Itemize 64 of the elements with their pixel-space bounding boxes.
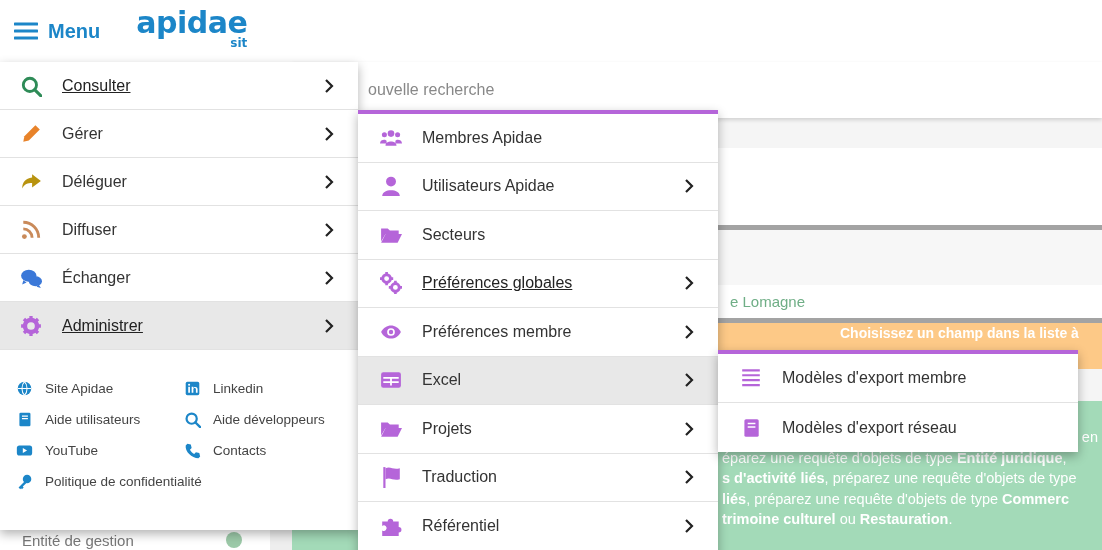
submenu-item-label: Référentiel — [422, 516, 501, 535]
submenu-item[interactable]: Référentiel — [358, 502, 718, 550]
submenu-item[interactable]: Utilisateurs Apidae — [358, 162, 718, 211]
info-text: trimoine culturel ou Restauration. — [722, 510, 954, 529]
submenu-item-label: Membres Apidae — [422, 128, 544, 147]
book-icon — [16, 411, 33, 428]
globe-icon — [16, 380, 33, 397]
chevron-icon — [324, 173, 334, 190]
menu-item[interactable]: Gérer — [0, 110, 358, 158]
list-icon — [740, 367, 762, 389]
submenu-item[interactable]: Préférences globales — [358, 259, 718, 308]
menu-icon — [14, 21, 38, 41]
menu-item-label: Déléguer — [62, 172, 128, 191]
submenu-item-label: Secteurs — [422, 225, 487, 244]
menu-item-label: Consulter — [62, 76, 132, 95]
submenu-item-label: Préférences membre — [422, 322, 573, 341]
linkedin-icon — [184, 380, 201, 397]
phone-icon — [184, 442, 201, 459]
info-text: en — [1081, 428, 1098, 447]
submenu-item-label: Projets — [422, 419, 473, 438]
key-icon — [16, 473, 33, 490]
submenu-item-label: Modèles d'export membre — [782, 369, 968, 387]
menu-item[interactable]: Diffuser — [0, 206, 358, 254]
status-dot — [226, 532, 242, 548]
chevron-icon — [324, 317, 334, 334]
footer-link[interactable]: Site Apidae — [16, 380, 184, 397]
submenu-item[interactable]: Préférences membre — [358, 308, 718, 357]
submenu-item[interactable]: Membres Apidae — [358, 114, 718, 163]
footer-link[interactable]: Aide utilisateurs — [16, 411, 184, 428]
info-text: s d'activité liés, préparez une requête d'objets de type — [722, 469, 1078, 488]
chevron-icon — [324, 125, 334, 142]
footer-link[interactable]: Politique de confidentialité — [16, 473, 202, 490]
submenu-item[interactable]: Projets — [358, 405, 718, 454]
user-icon — [380, 175, 402, 198]
info-text: liés, préparez une requête d'objets de type Commerc — [722, 489, 1070, 509]
footer-link[interactable]: Contacts — [184, 442, 342, 459]
menu-item[interactable]: Déléguer — [0, 158, 358, 206]
chevron-icon — [324, 77, 334, 94]
menu-item-label: Échanger — [62, 268, 132, 287]
menu-button[interactable]: Menu — [14, 19, 101, 43]
submenu-item-label: Modèles d'export réseau — [782, 418, 958, 437]
footer-link[interactable]: YouTube — [16, 442, 184, 459]
submenu-item[interactable]: Excel — [358, 356, 718, 405]
chevron-icon — [324, 221, 334, 238]
menu-item[interactable]: Consulter — [0, 62, 358, 110]
submenu-item[interactable]: Modèles d'export membre — [718, 354, 1078, 403]
submenu-item-label: Excel — [422, 371, 463, 390]
sidebar-item[interactable]: Entité de gestion — [22, 531, 134, 549]
chevron-icon — [324, 269, 334, 286]
menu-item-label: Diffuser — [62, 220, 118, 239]
logo[interactable]: apidae sit — [136, 4, 248, 50]
footer-link[interactable]: Aide développeurs — [184, 411, 342, 428]
submenu-item[interactable]: Traduction — [358, 453, 718, 502]
submenu-item-label: Traduction — [422, 468, 498, 487]
search-icon — [184, 411, 201, 428]
menu-item-label: Gérer — [62, 124, 104, 143]
submenu-item-label: Utilisateurs Apidae — [422, 177, 556, 196]
video-play-icon — [16, 442, 33, 459]
menu-item-label: Administrer — [62, 316, 144, 335]
flag-icon — [380, 466, 402, 489]
footer-link[interactable]: Linkedin — [184, 380, 342, 397]
submenu-item[interactable]: Secteurs — [358, 211, 718, 260]
gears-icon — [380, 272, 402, 295]
menu-item[interactable]: Administrer — [0, 302, 358, 350]
